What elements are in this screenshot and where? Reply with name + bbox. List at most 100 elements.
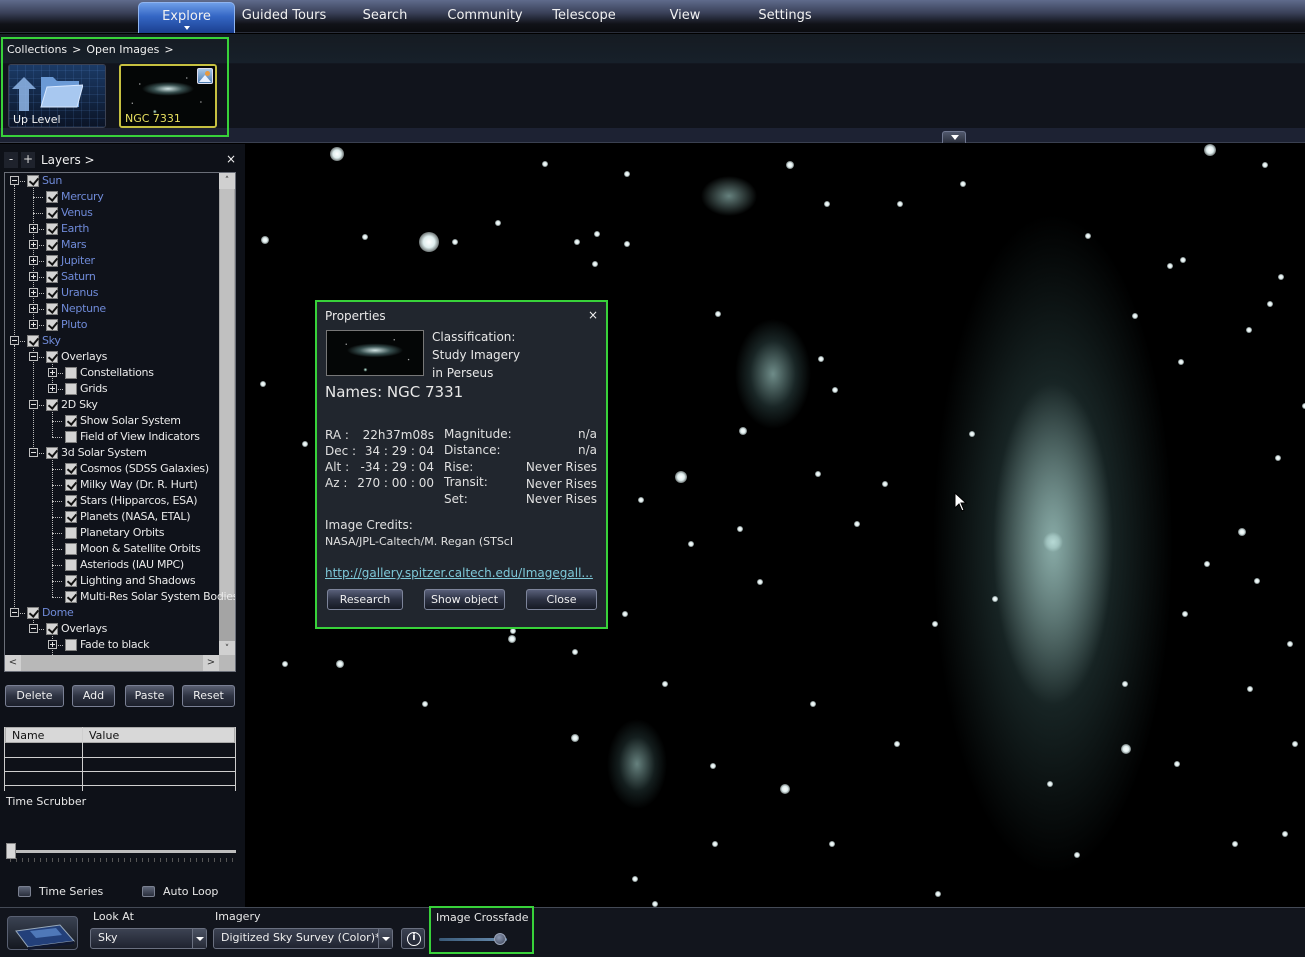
layer-checkbox[interactable] <box>46 191 58 203</box>
scroll-right-icon[interactable]: > <box>203 655 219 671</box>
layer-checkbox[interactable] <box>46 239 58 251</box>
column-header-name[interactable]: Name <box>12 728 44 743</box>
research-button[interactable]: Research <box>327 589 403 610</box>
layer-checkbox[interactable] <box>65 543 77 555</box>
layer-tree-item[interactable]: Multi-Res Solar System Bodies <box>5 589 235 605</box>
layer-checkbox[interactable] <box>46 447 58 459</box>
layer-checkbox[interactable] <box>65 639 77 651</box>
layer-tree-item[interactable]: Venus <box>5 205 219 221</box>
imagery-dropdown[interactable]: Digitized Sky Survey (Color)* <box>213 928 393 949</box>
breadcrumb-separator[interactable]: > <box>164 43 173 56</box>
layer-tree-item[interactable]: Mercury <box>5 189 219 205</box>
layers-tree[interactable]: ˄ ˅ < > Sun Mercury Venus Earth Mars Jupiter S… <box>4 172 236 672</box>
layer-tree-item[interactable]: Sun <box>5 173 219 189</box>
tab-view[interactable]: View <box>650 2 720 33</box>
scroll-up-icon[interactable]: ˄ <box>219 173 235 189</box>
collapse-strip-button[interactable] <box>942 131 966 143</box>
layer-checkbox[interactable] <box>65 367 77 379</box>
expand-icon[interactable] <box>48 368 57 377</box>
collapse-icon[interactable] <box>29 448 38 457</box>
layer-checkbox[interactable] <box>65 527 77 539</box>
layer-checkbox[interactable] <box>65 591 77 603</box>
layer-tree-item[interactable]: Saturn <box>5 269 219 285</box>
collapse-icon[interactable] <box>10 176 19 185</box>
tab-explore[interactable]: Explore <box>138 2 235 33</box>
expand-icon[interactable] <box>48 384 57 393</box>
collapse-icon[interactable] <box>29 400 38 409</box>
breadcrumb-open-images[interactable]: Open Images <box>86 43 159 56</box>
layer-tree-item[interactable]: Fade to black <box>5 637 219 653</box>
layer-tree-item[interactable]: Planetary Orbits <box>5 525 219 541</box>
scrollbar-thumb[interactable] <box>220 189 234 597</box>
layer-tree-item[interactable]: Mars <box>5 237 219 253</box>
layer-tree-item[interactable]: Dome <box>5 605 219 621</box>
scroll-left-icon[interactable]: < <box>5 655 21 671</box>
up-level-button[interactable]: Up Level <box>8 64 106 128</box>
expand-icon[interactable] <box>48 640 57 649</box>
look-at-dropdown[interactable]: Sky <box>90 928 207 949</box>
expand-icon[interactable] <box>29 288 38 297</box>
layer-checkbox[interactable] <box>27 607 39 619</box>
close-icon[interactable]: × <box>226 152 236 166</box>
layer-tree-item[interactable]: Milky Way (Dr. R. Hurt) <box>5 477 219 493</box>
layer-tree-item[interactable]: Asteriods (IAU MPC) <box>5 557 219 573</box>
layer-checkbox[interactable] <box>65 479 77 491</box>
expand-all-button[interactable]: + <box>21 152 35 168</box>
collapse-all-button[interactable]: - <box>4 152 18 168</box>
layer-checkbox[interactable] <box>46 223 58 235</box>
time-series-checkbox[interactable] <box>18 886 31 897</box>
expand-icon[interactable] <box>29 240 38 249</box>
show-object-button[interactable]: Show object <box>424 589 505 610</box>
layer-tree-item[interactable]: Jupiter <box>5 253 219 269</box>
layer-checkbox[interactable] <box>65 415 77 427</box>
tab-guided-tours[interactable]: Guided Tours <box>238 2 330 33</box>
auto-loop-checkbox[interactable] <box>142 886 155 897</box>
layer-tree-item[interactable]: 3d Solar System <box>5 445 219 461</box>
layer-checkbox[interactable] <box>46 303 58 315</box>
layer-checkbox[interactable] <box>65 463 77 475</box>
layer-tree-item[interactable]: Uranus <box>5 285 219 301</box>
tab-community[interactable]: Community <box>440 2 530 33</box>
layer-checkbox[interactable] <box>46 287 58 299</box>
layer-checkbox[interactable] <box>46 623 58 635</box>
collapse-icon[interactable] <box>29 624 38 633</box>
tab-settings[interactable]: Settings <box>745 2 825 33</box>
expand-icon[interactable] <box>29 272 38 281</box>
close-icon[interactable]: × <box>588 308 598 322</box>
image-source-link[interactable]: http://gallery.spitzer.caltech.edu/Image… <box>325 566 593 580</box>
tab-telescope[interactable]: Telescope <box>540 2 628 33</box>
layer-tree-item[interactable]: Overlays <box>5 349 219 365</box>
layer-tree-item[interactable]: Earth <box>5 221 219 237</box>
view-mode-button[interactable] <box>7 916 78 950</box>
layer-checkbox[interactable] <box>65 495 77 507</box>
layer-tree-item[interactable]: Sky <box>5 333 219 349</box>
layer-tree-item[interactable]: Neptune <box>5 301 219 317</box>
expand-icon[interactable] <box>29 304 38 313</box>
time-scrubber-handle[interactable] <box>6 843 16 859</box>
layer-checkbox[interactable] <box>46 319 58 331</box>
layer-checkbox[interactable] <box>46 351 58 363</box>
layer-tree-item[interactable]: Constellations <box>5 365 219 381</box>
expand-icon[interactable] <box>29 224 38 233</box>
layer-tree-item[interactable]: Overlays <box>5 621 219 637</box>
collapse-icon[interactable] <box>29 352 38 361</box>
layer-checkbox[interactable] <box>46 207 58 219</box>
layer-tree-item[interactable]: Lighting and Shadows <box>5 573 219 589</box>
close-button[interactable]: Close <box>526 589 597 610</box>
delete-button[interactable]: Delete <box>5 685 64 707</box>
layer-checkbox[interactable] <box>65 431 77 443</box>
layer-tree-item[interactable]: Grids <box>5 381 219 397</box>
reset-button[interactable]: Reset <box>182 685 235 707</box>
layers-title[interactable]: Layers > <box>41 153 95 167</box>
info-button[interactable]: i <box>401 928 425 949</box>
layer-checkbox[interactable] <box>46 255 58 267</box>
layer-checkbox[interactable] <box>65 575 77 587</box>
column-header-value[interactable]: Value <box>89 728 119 743</box>
time-scrubber-track[interactable] <box>10 850 236 853</box>
collapse-icon[interactable] <box>10 336 19 345</box>
layer-tree-item[interactable]: Moon & Satellite Orbits <box>5 541 219 557</box>
layer-tree-item[interactable]: Field of View Indicators <box>5 429 219 445</box>
layer-tree-item[interactable]: Planets (NASA, ETAL) <box>5 509 219 525</box>
breadcrumb-collections[interactable]: Collections <box>7 43 67 56</box>
tab-search[interactable]: Search <box>345 2 425 33</box>
